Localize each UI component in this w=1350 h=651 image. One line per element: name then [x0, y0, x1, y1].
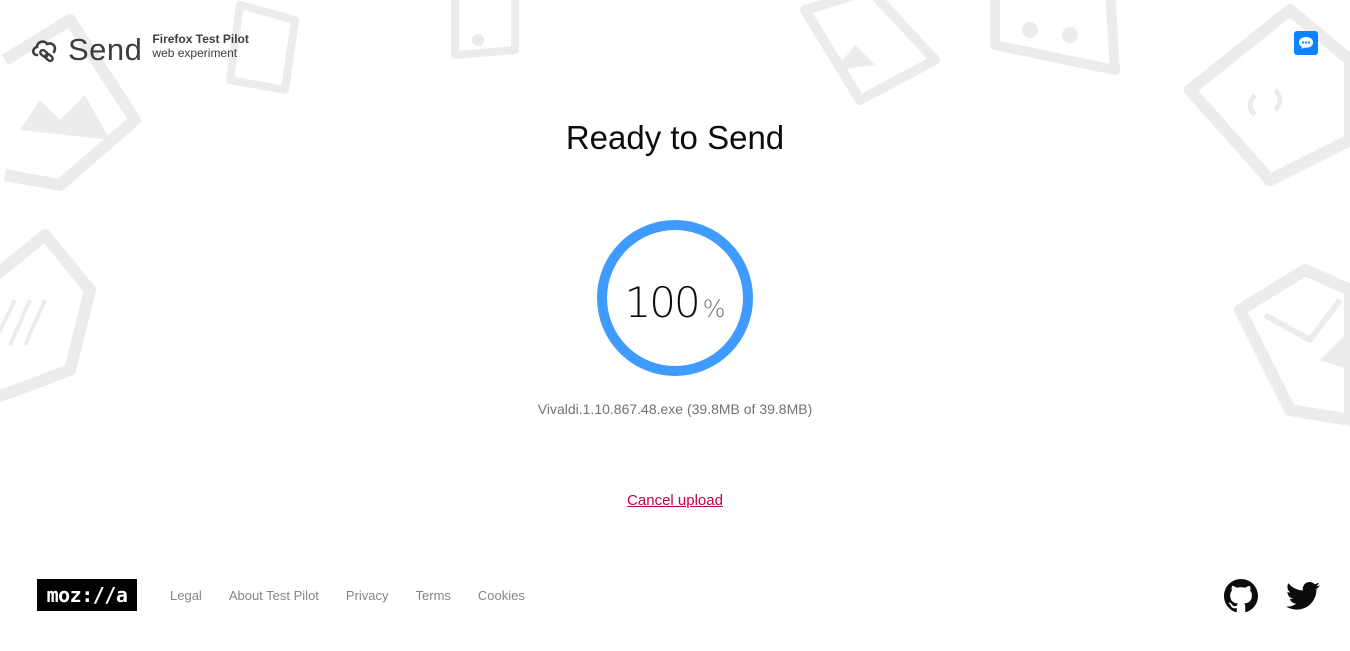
footer-link-legal[interactable]: Legal — [170, 588, 202, 603]
test-pilot-label[interactable]: Firefox Test Pilot web experiment — [152, 32, 248, 60]
cancel-upload-link[interactable]: Cancel upload — [627, 492, 723, 509]
footer-link-terms[interactable]: Terms — [416, 588, 451, 603]
pilot-title: Firefox Test Pilot — [152, 32, 249, 46]
progress-percentage: 100% — [595, 278, 755, 327]
header: Send Firefox Test Pilot web experiment — [30, 30, 249, 70]
footer-link-about-test-pilot[interactable]: About Test Pilot — [229, 588, 319, 603]
github-icon — [1224, 579, 1258, 613]
twitter-icon — [1286, 581, 1320, 610]
footer-links: Legal About Test Pilot Privacy Terms Coo… — [170, 588, 552, 603]
social-links — [1224, 579, 1320, 613]
send-logo-icon[interactable] — [30, 35, 60, 65]
github-link[interactable] — [1224, 579, 1258, 613]
cancel-upload-wrap: Cancel upload — [0, 492, 1350, 509]
mozilla-logo[interactable]: moz://a — [37, 579, 137, 611]
pilot-subtitle: web experiment — [152, 46, 238, 60]
upload-progress-ring: 100% — [595, 218, 755, 378]
progress-value: 100 — [624, 278, 701, 327]
feedback-button[interactable] — [1294, 31, 1318, 55]
page-title: Ready to Send — [565, 119, 785, 156]
progress-unit: % — [702, 295, 726, 323]
chat-bubble-icon — [1299, 37, 1313, 49]
app-name[interactable]: Send — [68, 32, 142, 68]
footer: moz://a Legal About Test Pilot Privacy T… — [37, 579, 552, 611]
file-info: Vivaldi.1.10.867.48.exe (39.8MB of 39.8M… — [537, 401, 813, 417]
footer-link-cookies[interactable]: Cookies — [478, 588, 525, 603]
footer-link-privacy[interactable]: Privacy — [346, 588, 389, 603]
twitter-link[interactable] — [1286, 579, 1320, 613]
